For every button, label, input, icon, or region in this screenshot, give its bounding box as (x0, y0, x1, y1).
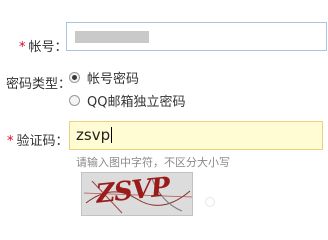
required-marker: * (7, 134, 14, 149)
account-input[interactable] (66, 22, 327, 51)
radio-checked-icon[interactable] (69, 72, 80, 83)
password-type-label: 密码类型： (6, 77, 72, 92)
text-caret (111, 127, 113, 143)
radio-account-password[interactable]: 帐号密码 (69, 68, 139, 87)
captcha-input-value: zsvp (76, 126, 113, 144)
radio-unchecked-icon[interactable] (69, 95, 80, 106)
required-marker: * (19, 40, 26, 55)
captcha-label-text: 验证码： (16, 134, 69, 149)
account-label-text: 帐号： (28, 40, 68, 55)
refresh-icon[interactable] (205, 197, 215, 207)
captcha-hint: 请输入图中字符，不区分大小写 (76, 156, 230, 169)
account-label: * 帐号： (19, 36, 68, 55)
captcha-label: * 验证码： (7, 130, 69, 149)
masked-account-value (75, 31, 149, 43)
captcha-input[interactable]: zsvp (69, 121, 323, 150)
captcha-image[interactable]: ZSVP (81, 172, 193, 216)
radio-qq-mail-password-label: QQ邮箱独立密码 (87, 95, 186, 110)
radio-qq-mail-password[interactable]: QQ邮箱独立密码 (69, 91, 185, 110)
radio-account-password-label: 帐号密码 (87, 72, 140, 87)
